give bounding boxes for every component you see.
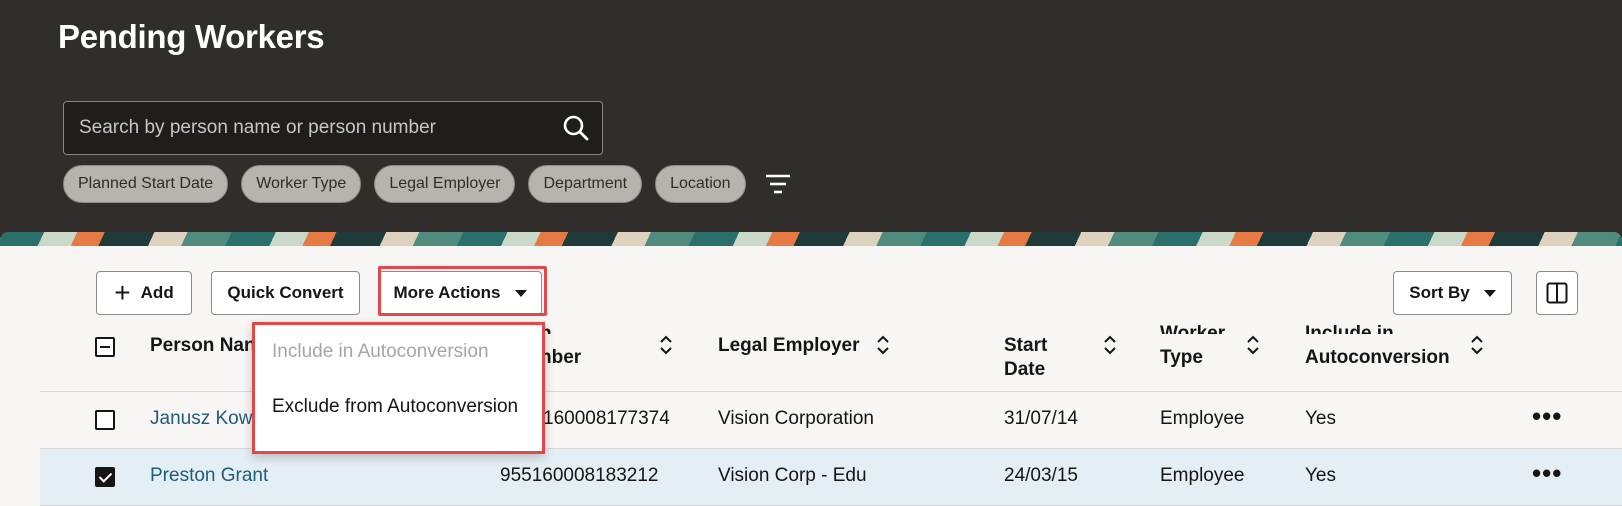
more-actions-button[interactable]: More Actions	[378, 271, 542, 315]
search-icon[interactable]	[562, 114, 590, 142]
search-input[interactable]	[64, 102, 544, 154]
filter-icon[interactable]	[765, 173, 791, 195]
page-header: Pending Workers Planned Start Date Worke…	[0, 0, 1622, 238]
column-header-person-number[interactable]: nber	[540, 346, 581, 370]
chevron-down-icon	[1483, 289, 1496, 297]
column-header-autoconversion[interactable]: Autoconversion	[1305, 346, 1450, 370]
row-actions-icon[interactable]: •••	[1532, 403, 1562, 429]
filter-chip-legal-employer[interactable]: Legal Employer	[374, 165, 516, 203]
columns-icon	[1546, 282, 1568, 304]
sort-icon[interactable]	[1470, 335, 1484, 355]
column-header-start-date[interactable]: Start	[1004, 334, 1047, 358]
legal-employer: Vision Corporation	[718, 408, 874, 429]
legal-employer: Vision Corp - Edu	[718, 465, 867, 486]
column-header-autoconversion-top: Include in	[1305, 323, 1394, 334]
plus-icon: +	[114, 277, 131, 308]
column-header-worker-type[interactable]: Type	[1160, 346, 1203, 370]
more-actions-label: More Actions	[393, 283, 501, 302]
row-checkbox[interactable]	[95, 467, 115, 487]
sort-icon[interactable]	[659, 335, 673, 355]
filter-chip-planned-start-date[interactable]: Planned Start Date	[63, 165, 229, 203]
filter-chip-location[interactable]: Location	[655, 165, 746, 203]
person-name-link[interactable]: Janusz Kow	[150, 408, 252, 430]
search-box[interactable]	[63, 101, 603, 155]
sort-icon[interactable]	[1103, 335, 1117, 355]
column-header-worker-type-top: Worker	[1160, 323, 1226, 334]
worker-type: Employee	[1160, 465, 1245, 486]
select-all-checkbox[interactable]	[95, 337, 115, 357]
add-button[interactable]: + Add	[96, 271, 192, 315]
add-button-label: Add	[140, 283, 174, 302]
column-header-start-date-line2: Date	[1004, 359, 1046, 380]
filter-chips: Planned Start Date Worker Type Legal Emp…	[63, 165, 791, 203]
start-date: 31/07/14	[1004, 408, 1078, 429]
filter-chip-worker-type[interactable]: Worker Type	[241, 165, 362, 203]
person-name-link[interactable]: Preston Grant	[150, 465, 268, 487]
person-number: 160008177374	[543, 408, 670, 429]
row-actions-icon[interactable]: •••	[1532, 460, 1562, 486]
column-layout-button[interactable]	[1536, 271, 1578, 315]
page-title: Pending Workers	[58, 18, 325, 55]
table-row[interactable]: Preston Grant 955160008183212 Vision Cor…	[40, 449, 1622, 506]
include-in-autoconversion: Yes	[1305, 408, 1336, 429]
person-number: 955160008183212	[500, 465, 659, 486]
sort-icon[interactable]	[1246, 335, 1260, 355]
menu-item-exclude-from-autoconversion[interactable]: Exclude from Autoconversion	[272, 396, 518, 418]
chevron-down-icon	[514, 289, 527, 297]
start-date: 24/03/15	[1004, 465, 1078, 486]
more-actions-menu: Include in Autoconversion Exclude from A…	[252, 322, 545, 454]
menu-item-include-in-autoconversion: Include in Autoconversion	[272, 341, 489, 362]
worker-type: Employee	[1160, 408, 1245, 429]
quick-convert-button[interactable]: Quick Convert	[211, 271, 360, 315]
column-header-person-name[interactable]: Person Nan	[150, 334, 256, 358]
filter-chip-department[interactable]: Department	[528, 165, 643, 203]
indeterminate-icon	[100, 346, 110, 348]
row-checkbox[interactable]	[95, 410, 115, 430]
include-in-autoconversion: Yes	[1305, 465, 1336, 486]
sort-by-button[interactable]: Sort By	[1393, 271, 1512, 315]
column-header-legal-employer[interactable]: Legal Employer	[718, 334, 860, 358]
decorative-banner	[0, 232, 1622, 246]
sort-by-label: Sort By	[1409, 283, 1470, 302]
sort-icon[interactable]	[876, 335, 890, 355]
